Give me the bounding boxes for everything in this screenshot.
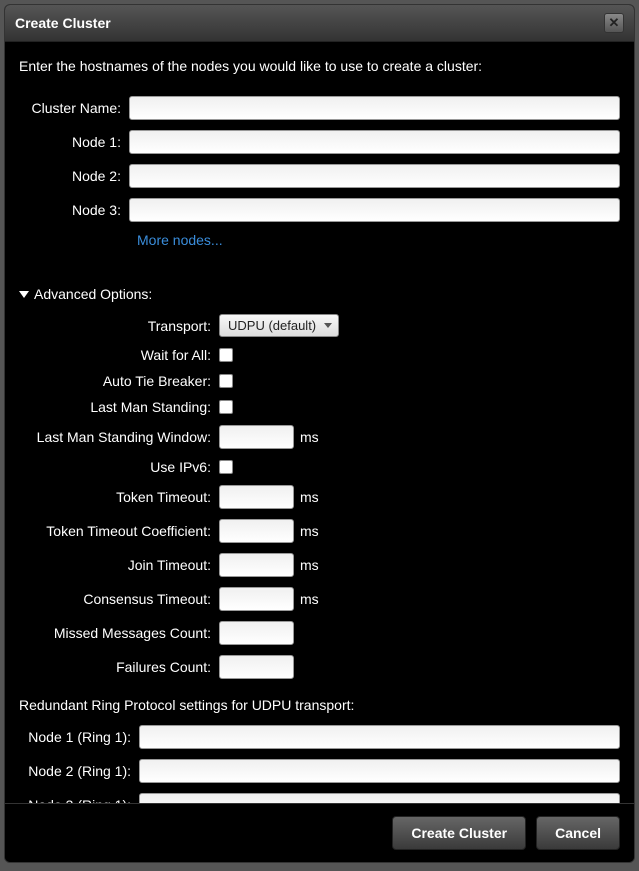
use-ipv6-label: Use IPv6: xyxy=(19,459,219,475)
unit-label: ms xyxy=(300,591,319,607)
cancel-button[interactable]: Cancel xyxy=(536,816,620,850)
last-man-standing-window-row: Last Man Standing Window: ms xyxy=(19,425,620,449)
wait-for-all-label: Wait for All: xyxy=(19,347,219,363)
unit-label: ms xyxy=(300,557,319,573)
cluster-name-input[interactable] xyxy=(129,96,620,120)
transport-label: Transport: xyxy=(19,318,219,334)
titlebar: Create Cluster ✕ xyxy=(5,5,634,42)
node-label: Node 3: xyxy=(19,202,129,218)
node-row: Node 1: xyxy=(19,130,620,154)
missed-messages-count-row: Missed Messages Count: xyxy=(19,621,620,645)
rrp-label: Node 2 (Ring 1): xyxy=(19,763,139,779)
token-timeout-row: Token Timeout: ms xyxy=(19,485,620,509)
use-ipv6-row: Use IPv6: xyxy=(19,459,620,475)
join-timeout-label: Join Timeout: xyxy=(19,557,219,573)
use-ipv6-checkbox[interactable] xyxy=(219,460,233,474)
transport-select[interactable]: UDPU (default) xyxy=(219,314,339,337)
consensus-timeout-row: Consensus Timeout: ms xyxy=(19,587,620,611)
last-man-standing-window-label: Last Man Standing Window: xyxy=(19,429,219,445)
dialog-title: Create Cluster xyxy=(15,15,111,31)
token-timeout-input[interactable] xyxy=(219,485,294,509)
token-timeout-coefficient-input[interactable] xyxy=(219,519,294,543)
advanced-options-label: Advanced Options: xyxy=(34,286,152,302)
transport-selected: UDPU (default) xyxy=(228,318,316,333)
rrp-row: Node 3 (Ring 1): xyxy=(19,793,620,803)
last-man-standing-label: Last Man Standing: xyxy=(19,399,219,415)
close-icon: ✕ xyxy=(609,15,620,31)
token-timeout-coefficient-row: Token Timeout Coefficient: ms xyxy=(19,519,620,543)
rrp-row: Node 1 (Ring 1): xyxy=(19,725,620,749)
last-man-standing-row: Last Man Standing: xyxy=(19,399,620,415)
cluster-name-row: Cluster Name: xyxy=(19,96,620,120)
node-2-input[interactable] xyxy=(129,164,620,188)
node-row: Node 2: xyxy=(19,164,620,188)
create-cluster-button[interactable]: Create Cluster xyxy=(392,816,526,850)
advanced-options-toggle[interactable]: Advanced Options: xyxy=(19,286,620,302)
wait-for-all-checkbox[interactable] xyxy=(219,348,233,362)
unit-label: ms xyxy=(300,523,319,539)
create-cluster-dialog: Create Cluster ✕ Enter the hostnames of … xyxy=(4,4,635,863)
rrp-node-1-input[interactable] xyxy=(139,725,620,749)
intro-text: Enter the hostnames of the nodes you wou… xyxy=(19,58,620,74)
node-row: Node 3: xyxy=(19,198,620,222)
failures-count-row: Failures Count: xyxy=(19,655,620,679)
missed-messages-count-label: Missed Messages Count: xyxy=(19,625,219,641)
chevron-down-icon xyxy=(324,323,332,328)
more-nodes-link[interactable]: More nodes... xyxy=(137,232,223,248)
consensus-timeout-input[interactable] xyxy=(219,587,294,611)
last-man-standing-checkbox[interactable] xyxy=(219,400,233,414)
missed-messages-count-input[interactable] xyxy=(219,621,294,645)
auto-tie-breaker-label: Auto Tie Breaker: xyxy=(19,373,219,389)
last-man-standing-window-input[interactable] xyxy=(219,425,294,449)
unit-label: ms xyxy=(300,489,319,505)
rrp-label: Node 1 (Ring 1): xyxy=(19,729,139,745)
rrp-section: Redundant Ring Protocol settings for UDP… xyxy=(19,697,620,803)
join-timeout-row: Join Timeout: ms xyxy=(19,553,620,577)
rrp-row: Node 2 (Ring 1): xyxy=(19,759,620,783)
join-timeout-input[interactable] xyxy=(219,553,294,577)
token-timeout-label: Token Timeout: xyxy=(19,489,219,505)
auto-tie-breaker-checkbox[interactable] xyxy=(219,374,233,388)
rrp-node-2-input[interactable] xyxy=(139,759,620,783)
rrp-node-3-input[interactable] xyxy=(139,793,620,803)
dialog-footer: Create Cluster Cancel xyxy=(5,803,634,862)
rrp-header: Redundant Ring Protocol settings for UDP… xyxy=(19,697,620,713)
failures-count-input[interactable] xyxy=(219,655,294,679)
wait-for-all-row: Wait for All: xyxy=(19,347,620,363)
dialog-body: Enter the hostnames of the nodes you wou… xyxy=(5,42,634,803)
consensus-timeout-label: Consensus Timeout: xyxy=(19,591,219,607)
node-3-input[interactable] xyxy=(129,198,620,222)
transport-row: Transport: UDPU (default) xyxy=(19,314,620,337)
node-label: Node 1: xyxy=(19,134,129,150)
node-1-input[interactable] xyxy=(129,130,620,154)
close-button[interactable]: ✕ xyxy=(604,13,624,33)
chevron-down-icon xyxy=(19,291,29,298)
failures-count-label: Failures Count: xyxy=(19,659,219,675)
node-label: Node 2: xyxy=(19,168,129,184)
cluster-name-label: Cluster Name: xyxy=(19,100,129,116)
unit-label: ms xyxy=(300,429,319,445)
token-timeout-coefficient-label: Token Timeout Coefficient: xyxy=(19,523,219,539)
auto-tie-breaker-row: Auto Tie Breaker: xyxy=(19,373,620,389)
